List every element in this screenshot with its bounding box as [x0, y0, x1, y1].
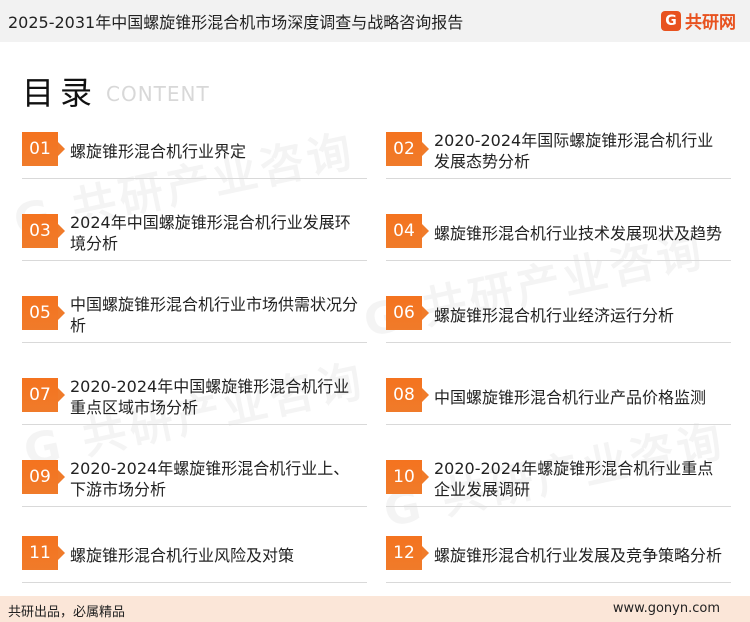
- toc-item[interactable]: 08 中国螺旋锥形混合机行业产品价格监测: [386, 366, 731, 425]
- toc-label: 中国螺旋锥形混合机行业市场供需状况分析: [70, 295, 359, 335]
- footer-bar: 共研出品，必属精品 www.gonyn.com: [0, 596, 750, 622]
- toc-number: 08: [386, 378, 429, 412]
- toc-number: 06: [386, 296, 429, 330]
- footer-url[interactable]: www.gonyn.com: [613, 601, 720, 616]
- toc-number: 01: [22, 132, 65, 166]
- toc-number: 05: [22, 296, 65, 330]
- toc-label: 2020-2024年螺旋锥形混合机行业重点企业发展调研: [434, 459, 714, 499]
- toc-label: 螺旋锥形混合机行业风险及对策: [70, 545, 295, 565]
- toc-number: 12: [386, 536, 429, 570]
- toc-label: 螺旋锥形混合机行业发展及竞争策略分析: [434, 545, 723, 565]
- toc-label: 2020-2024年国际螺旋锥形混合机行业发展态势分析: [434, 131, 714, 171]
- toc-label: 2020-2024年螺旋锥形混合机行业上、下游市场分析: [70, 459, 350, 499]
- toc-number: 10: [386, 460, 429, 494]
- toc-label: 中国螺旋锥形混合机行业产品价格监测: [434, 387, 707, 407]
- toc-label: 螺旋锥形混合机行业经济运行分析: [434, 305, 675, 325]
- toc-item[interactable]: 05 中国螺旋锥形混合机行业市场供需状况分析: [22, 284, 367, 343]
- section-title: 目录: [22, 74, 99, 112]
- toc-number: 09: [22, 460, 65, 494]
- brand-logo: G 共研网: [661, 8, 736, 33]
- toc-number: 04: [386, 214, 429, 248]
- toc-number: 02: [386, 132, 429, 166]
- logo-text: 共研网: [685, 13, 736, 33]
- header-bar: 2025-2031年中国螺旋锥形混合机市场深度调查与战略咨询报告 G 共研网: [0, 0, 750, 42]
- toc-label: 2024年中国螺旋锥形混合机行业发展环境分析: [70, 213, 351, 253]
- toc-item[interactable]: 06 螺旋锥形混合机行业经济运行分析: [386, 284, 731, 343]
- toc-label: 螺旋锥形混合机行业技术发展现状及趋势: [434, 223, 723, 243]
- footer-slogan: 共研出品，必属精品: [8, 605, 126, 620]
- toc-label: 2020-2024年中国螺旋锥形混合机行业重点区域市场分析: [70, 377, 350, 417]
- toc-item[interactable]: 07 2020-2024年中国螺旋锥形混合机行业重点区域市场分析: [22, 366, 367, 425]
- toc-item[interactable]: 01 螺旋锥形混合机行业界定: [22, 120, 367, 179]
- toc-item[interactable]: 09 2020-2024年螺旋锥形混合机行业上、下游市场分析: [22, 448, 367, 507]
- toc-number: 07: [22, 378, 65, 412]
- toc-item[interactable]: 02 2020-2024年国际螺旋锥形混合机行业发展态势分析: [386, 120, 731, 179]
- toc-item[interactable]: 04 螺旋锥形混合机行业技术发展现状及趋势: [386, 202, 731, 261]
- toc-number: 11: [22, 536, 65, 570]
- toc-item[interactable]: 11 螺旋锥形混合机行业风险及对策: [22, 524, 367, 583]
- logo-g-icon: G: [661, 10, 681, 31]
- toc-label: 螺旋锥形混合机行业界定: [70, 141, 247, 161]
- section-subtitle: CONTENT: [106, 82, 210, 106]
- toc-item[interactable]: 12 螺旋锥形混合机行业发展及竞争策略分析: [386, 524, 731, 583]
- toc-number: 03: [22, 214, 65, 248]
- page-title: 2025-2031年中国螺旋锥形混合机市场深度调查与战略咨询报告: [8, 13, 464, 32]
- toc-item[interactable]: 10 2020-2024年螺旋锥形混合机行业重点企业发展调研: [386, 448, 731, 507]
- toc-item[interactable]: 03 2024年中国螺旋锥形混合机行业发展环境分析: [22, 202, 367, 261]
